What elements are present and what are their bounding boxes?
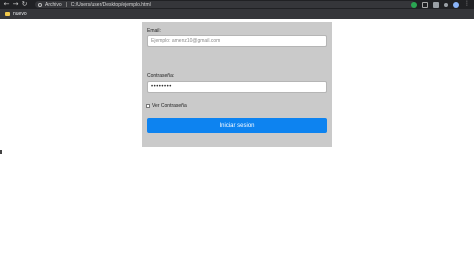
browser-toolbar: ← → ↻ Archivo C:/Users/user/Desktop/ejem…	[0, 0, 474, 9]
bookmarks-bar: nuevo	[0, 9, 474, 19]
url-scheme: Archivo	[45, 1, 62, 8]
url-separator	[65, 2, 67, 7]
extension-shield-icon[interactable]	[411, 1, 417, 8]
show-password-label[interactable]: Ver Contraseña	[152, 103, 187, 109]
login-button[interactable]: Iniciar sesion	[147, 118, 327, 133]
url-path: C:/Users/user/Desktop/ejemplo.html	[70, 1, 151, 8]
email-field[interactable]	[147, 35, 327, 47]
login-form: Email: Contraseña: Ver Contraseña Inicia…	[142, 22, 332, 147]
password-field[interactable]	[147, 81, 327, 93]
stray-mark	[0, 150, 2, 154]
puzzle-icon[interactable]	[433, 1, 439, 8]
browser-menu-icon[interactable]: ⋮	[464, 1, 470, 8]
email-label: Email:	[147, 28, 161, 34]
folder-icon	[5, 12, 10, 16]
profile-avatar[interactable]	[453, 1, 459, 8]
forward-icon[interactable]: →	[11, 0, 20, 9]
reload-icon[interactable]: ↻	[20, 0, 29, 9]
extensions-area: ⋮	[411, 1, 470, 8]
address-bar[interactable]: Archivo C:/Users/user/Desktop/ejemplo.ht…	[35, 1, 415, 8]
show-password-row[interactable]: Ver Contraseña	[146, 103, 187, 109]
extension-dot-icon[interactable]	[444, 2, 448, 7]
extension-frame-icon[interactable]	[422, 1, 428, 8]
show-password-checkbox[interactable]	[146, 104, 150, 108]
password-label: Contraseña:	[147, 73, 175, 79]
info-icon[interactable]	[38, 2, 42, 7]
back-icon[interactable]: ←	[2, 0, 11, 9]
bookmark-nuevo[interactable]: nuevo	[13, 11, 27, 17]
